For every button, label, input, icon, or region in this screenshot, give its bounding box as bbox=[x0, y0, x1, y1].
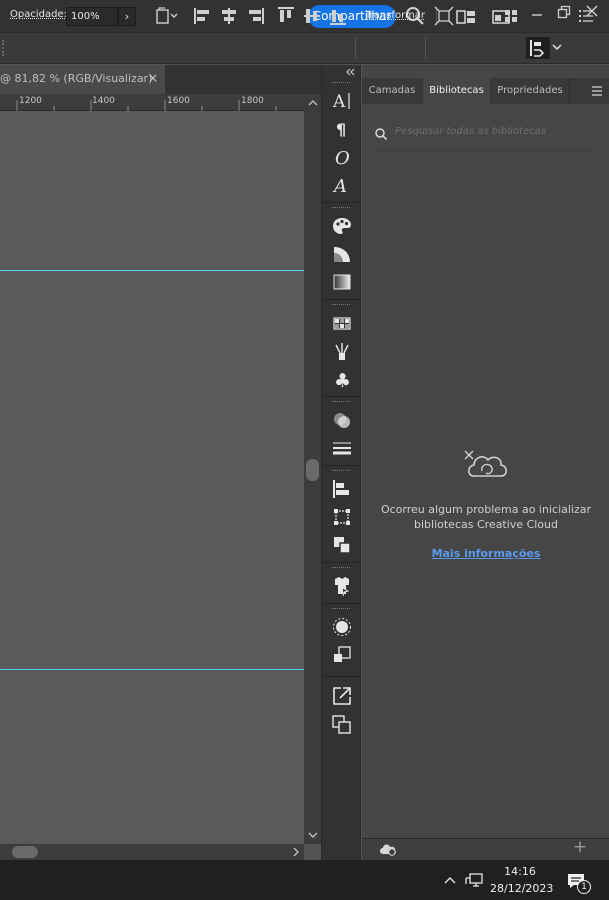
horizontal-scroll-thumb[interactable] bbox=[12, 846, 38, 858]
panel-grip[interactable] bbox=[332, 207, 350, 209]
export-icon[interactable] bbox=[331, 685, 353, 707]
ruler-ticks bbox=[16, 100, 277, 111]
scroll-right-icon[interactable] bbox=[290, 846, 302, 858]
clock-time[interactable]: 14:16 bbox=[490, 865, 550, 878]
cloud-sync-icon[interactable] bbox=[378, 842, 398, 856]
error-line: bibliotecas Creative Cloud bbox=[414, 518, 558, 531]
grip-handle[interactable] bbox=[2, 40, 5, 56]
library-search-input[interactable]: Pesquisar todas as bibliotecas bbox=[395, 126, 595, 137]
svg-text:A: A bbox=[332, 92, 346, 112]
isolate-group-icon[interactable] bbox=[434, 6, 454, 26]
control-bar bbox=[0, 32, 609, 64]
divider bbox=[322, 202, 360, 203]
clock-date[interactable]: 28/12/2023 bbox=[490, 882, 553, 895]
glyphs-icon[interactable]: A bbox=[331, 174, 353, 197]
align-center-icon[interactable] bbox=[219, 6, 239, 26]
svg-text:¶: ¶ bbox=[336, 120, 346, 139]
symbols-icon[interactable]: ♣ bbox=[331, 368, 353, 392]
chevron-down-icon[interactable] bbox=[551, 41, 563, 53]
svg-text:♣: ♣ bbox=[334, 370, 351, 390]
transform-panel-icon[interactable] bbox=[331, 506, 353, 528]
color-palette-icon[interactable] bbox=[331, 215, 353, 237]
panel-grip[interactable] bbox=[332, 304, 350, 306]
document-tab-title[interactable]: @ 81,82 % (RGB/Visualizar) bbox=[0, 72, 152, 85]
divider bbox=[425, 38, 426, 58]
transform-link[interactable]: Transformar bbox=[365, 10, 425, 21]
scroll-up-icon[interactable] bbox=[307, 97, 319, 109]
divider bbox=[322, 676, 360, 677]
gradient-icon[interactable] bbox=[331, 271, 353, 293]
error-line: Ocorreu algum problema ao inicializar bbox=[380, 503, 592, 516]
notification-badge: 1 bbox=[577, 880, 591, 894]
panel-menu-icon[interactable] bbox=[576, 6, 596, 26]
appearance-icon[interactable] bbox=[331, 409, 353, 431]
guide-line[interactable] bbox=[0, 270, 304, 271]
svg-text:O: O bbox=[335, 148, 350, 168]
search-icon bbox=[374, 127, 388, 141]
svg-text:A: A bbox=[332, 176, 347, 196]
divider bbox=[569, 78, 570, 104]
divider bbox=[355, 38, 356, 58]
asset-export-icon[interactable] bbox=[331, 575, 353, 597]
align-left-icon[interactable] bbox=[193, 6, 213, 26]
close-tab-icon[interactable]: × bbox=[148, 71, 158, 85]
library-error-message: Ocorreu algum problema ao inicializar bi… bbox=[380, 502, 592, 532]
panel-grip[interactable] bbox=[332, 401, 350, 403]
tab-camadas[interactable]: Camadas bbox=[362, 78, 422, 104]
workspace-layout-icon[interactable] bbox=[456, 9, 476, 25]
stroke-icon[interactable] bbox=[331, 437, 353, 459]
divider bbox=[322, 562, 360, 563]
panel-grip[interactable] bbox=[332, 82, 350, 84]
document-setup-icon[interactable] bbox=[156, 6, 178, 26]
align-top-icon[interactable] bbox=[276, 6, 296, 26]
network-icon[interactable] bbox=[465, 872, 483, 888]
panel-options-icon[interactable] bbox=[590, 84, 604, 98]
align-right-icon[interactable] bbox=[245, 6, 265, 26]
tab-propriedades[interactable]: Propriedades bbox=[491, 78, 569, 104]
restore-icon[interactable] bbox=[557, 5, 571, 19]
opacity-input[interactable]: 100% bbox=[66, 7, 118, 26]
panel-grip[interactable] bbox=[332, 608, 350, 610]
links-icon[interactable] bbox=[331, 644, 353, 666]
collapse-panels-icon[interactable] bbox=[344, 67, 356, 77]
more-info-link[interactable]: Mais informações bbox=[380, 547, 592, 560]
pathfinder-icon[interactable] bbox=[331, 534, 353, 556]
align-middle-icon[interactable] bbox=[302, 6, 322, 26]
artboard-canvas[interactable] bbox=[0, 111, 304, 844]
color-guide-icon[interactable] bbox=[331, 243, 353, 265]
scroll-down-icon[interactable] bbox=[307, 829, 319, 841]
image-trace-icon[interactable] bbox=[331, 616, 353, 638]
divider bbox=[322, 603, 360, 604]
align-bottom-icon[interactable] bbox=[328, 6, 348, 26]
swatches-icon[interactable] bbox=[331, 312, 353, 334]
opacity-dropdown-arrow[interactable]: › bbox=[118, 7, 136, 26]
guide-line[interactable] bbox=[0, 669, 304, 670]
tab-bibliotecas[interactable]: Bibliotecas bbox=[423, 78, 490, 104]
brushes-icon[interactable] bbox=[331, 340, 353, 362]
panel-grip[interactable] bbox=[332, 470, 350, 472]
paragraph-icon[interactable]: ¶ bbox=[331, 118, 353, 140]
divider bbox=[322, 299, 360, 300]
divider bbox=[322, 396, 360, 397]
add-library-button[interactable]: + bbox=[572, 839, 588, 856]
artboards-icon[interactable] bbox=[331, 713, 353, 735]
opentype-icon[interactable]: O bbox=[331, 146, 353, 169]
chevron-up-icon[interactable] bbox=[443, 874, 457, 886]
panel-grip[interactable] bbox=[332, 567, 350, 569]
opacity-label[interactable]: Opacidade: bbox=[10, 9, 67, 20]
distribute-button[interactable] bbox=[526, 37, 550, 59]
vertical-scroll-thumb[interactable] bbox=[306, 459, 319, 481]
cloud-error-icon bbox=[462, 448, 510, 482]
character-icon[interactable]: A bbox=[331, 90, 353, 112]
search-underline bbox=[372, 150, 596, 151]
arrange-grid-icon[interactable] bbox=[501, 6, 521, 26]
minimize-icon[interactable] bbox=[530, 8, 544, 22]
align-panel-icon[interactable] bbox=[331, 478, 353, 500]
horizontal-scrollbar[interactable] bbox=[0, 844, 304, 860]
divider bbox=[322, 465, 360, 466]
